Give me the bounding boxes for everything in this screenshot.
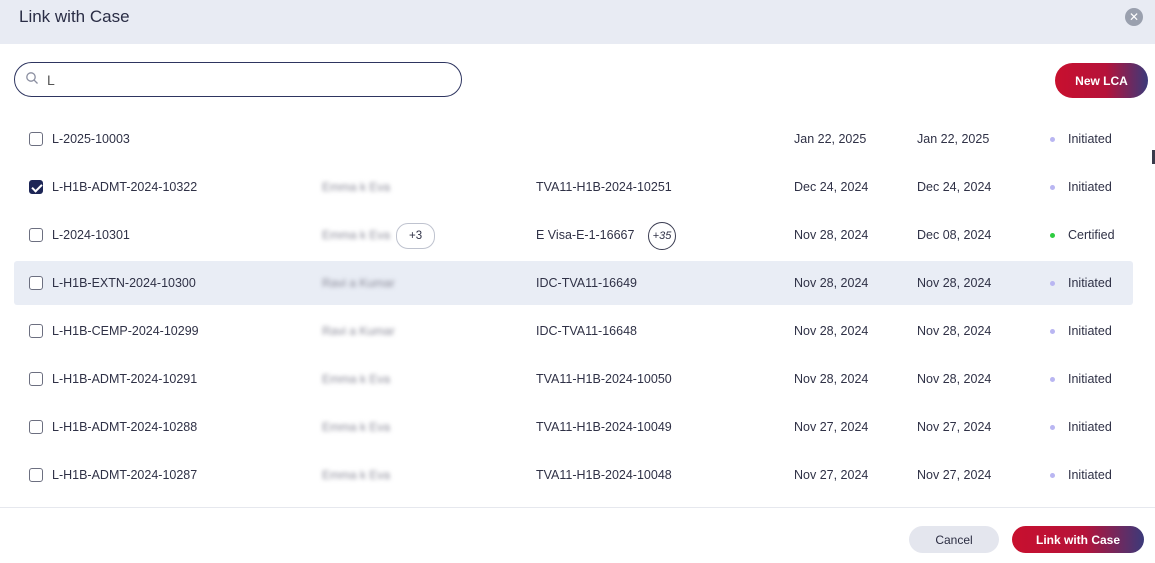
status-badge: Initiated (1068, 132, 1112, 146)
created-date: Nov 27, 2024 (794, 468, 869, 482)
case-id: E Visa-E-1-16667 (536, 228, 635, 242)
case-id: IDC-TVA11-16649 (536, 276, 637, 290)
status-dot-icon (1050, 137, 1055, 142)
updated-date: Nov 28, 2024 (917, 372, 992, 386)
case-id: TVA11-H1B-2024-10050 (536, 372, 672, 386)
status-dot-icon (1050, 185, 1055, 190)
search-field[interactable] (14, 62, 462, 97)
dialog-header: Link with Case ✕ (0, 0, 1155, 44)
cancel-button[interactable]: Cancel (909, 526, 999, 553)
beneficiary-name: Ravi a Kumar (322, 324, 395, 338)
updated-date: Dec 08, 2024 (917, 228, 992, 242)
table-row[interactable]: L-H1B-EXTN-2024-10300 Ravi a Kumar IDC-TVA… (14, 261, 1133, 305)
table-row[interactable]: L-H1B-ADMT-2024-10287 Emma k Eva TVA11-H1B… (14, 453, 1133, 497)
beneficiary-name: Ravi a Kumar (322, 276, 395, 290)
status-dot-icon (1050, 473, 1055, 478)
table-row[interactable]: L-H1B-ADMT-2024-10288 Emma k Eva TVA11-H1B… (14, 405, 1133, 449)
status-badge: Initiated (1068, 324, 1112, 338)
case-id: TVA11-H1B-2024-10048 (536, 468, 672, 482)
lca-id: L-H1B-ADMT-2024-10291 (52, 372, 198, 386)
created-date: Dec 24, 2024 (794, 180, 869, 194)
table-row[interactable]: L-H1B-ADMT-2024-10322 Emma k Eva TVA11-H1B… (14, 165, 1133, 209)
status-badge: Initiated (1068, 180, 1112, 194)
beneficiary-name: Emma k Eva (322, 420, 391, 434)
created-date: Nov 28, 2024 (794, 276, 869, 290)
lca-id: L-H1B-ADMT-2024-10322 (52, 180, 198, 194)
search-input[interactable] (47, 69, 447, 91)
status-badge: Initiated (1068, 372, 1112, 386)
updated-date: Nov 28, 2024 (917, 276, 992, 290)
dialog-title: Link with Case (19, 7, 130, 26)
status-dot-icon (1050, 233, 1055, 238)
close-icon[interactable]: ✕ (1125, 8, 1143, 26)
row-checkbox[interactable] (29, 132, 43, 146)
lca-id: L-2024-10301 (52, 228, 130, 242)
row-checkbox[interactable] (29, 276, 43, 290)
beneficiary-name: Emma k Eva (322, 372, 391, 386)
table-row[interactable]: L-2025-10003 Jan 22, 2025 Jan 22, 2025 Init… (14, 117, 1133, 161)
created-date: Jan 22, 2025 (794, 132, 867, 146)
search-icon (26, 72, 38, 84)
table-row[interactable]: L-H1B-ADMT-2024-10291 Emma k Eva TVA11-H1B… (14, 357, 1133, 401)
lca-id: L-2025-10003 (52, 132, 130, 146)
new-lca-button[interactable]: New LCA (1055, 63, 1148, 98)
more-names-badge[interactable]: +3 (396, 223, 436, 249)
status-dot-icon (1050, 377, 1055, 382)
link-with-case-button[interactable]: Link with Case (1012, 526, 1144, 553)
case-id: IDC-TVA11-16648 (536, 324, 637, 338)
updated-date: Dec 24, 2024 (917, 180, 992, 194)
case-id: TVA11-H1B-2024-10049 (536, 420, 672, 434)
row-checkbox[interactable] (29, 180, 43, 194)
status-badge: Initiated (1068, 420, 1112, 434)
row-checkbox[interactable] (29, 420, 43, 434)
lca-id: L-H1B-EXTN-2024-10300 (52, 276, 196, 290)
created-date: Nov 28, 2024 (794, 372, 869, 386)
status-badge: Initiated (1068, 276, 1112, 290)
updated-date: Nov 27, 2024 (917, 468, 992, 482)
table-row[interactable]: L-H1B-CEMP-2024-10299 Ravi a Kumar IDC-TVA… (14, 309, 1133, 353)
updated-date: Nov 28, 2024 (917, 324, 992, 338)
row-checkbox[interactable] (29, 468, 43, 482)
created-date: Nov 28, 2024 (794, 228, 869, 242)
row-checkbox[interactable] (29, 372, 43, 386)
case-id: TVA11-H1B-2024-10251 (536, 180, 672, 194)
status-dot-icon (1050, 281, 1055, 286)
status-dot-icon (1050, 329, 1055, 334)
lca-id: L-H1B-ADMT-2024-10287 (52, 468, 198, 482)
updated-date: Jan 22, 2025 (917, 132, 990, 146)
status-dot-icon (1050, 425, 1055, 430)
row-checkbox[interactable] (29, 324, 43, 338)
beneficiary-name: Emma k Eva (322, 228, 391, 242)
beneficiary-name: Emma k Eva (322, 468, 391, 482)
created-date: Nov 27, 2024 (794, 420, 869, 434)
lca-id: L-H1B-CEMP-2024-10299 (52, 324, 199, 338)
status-badge: Certified (1068, 228, 1115, 242)
footer-divider (0, 507, 1155, 508)
updated-date: Nov 27, 2024 (917, 420, 992, 434)
lca-id: L-H1B-ADMT-2024-10288 (52, 420, 198, 434)
more-cases-badge[interactable]: +35 (648, 222, 676, 250)
created-date: Nov 28, 2024 (794, 324, 869, 338)
table-row[interactable]: L-2024-10301 Emma k Eva +3 E Visa-E-1-16667… (14, 213, 1133, 257)
row-checkbox[interactable] (29, 228, 43, 242)
beneficiary-name: Emma k Eva (322, 180, 391, 194)
status-badge: Initiated (1068, 468, 1112, 482)
